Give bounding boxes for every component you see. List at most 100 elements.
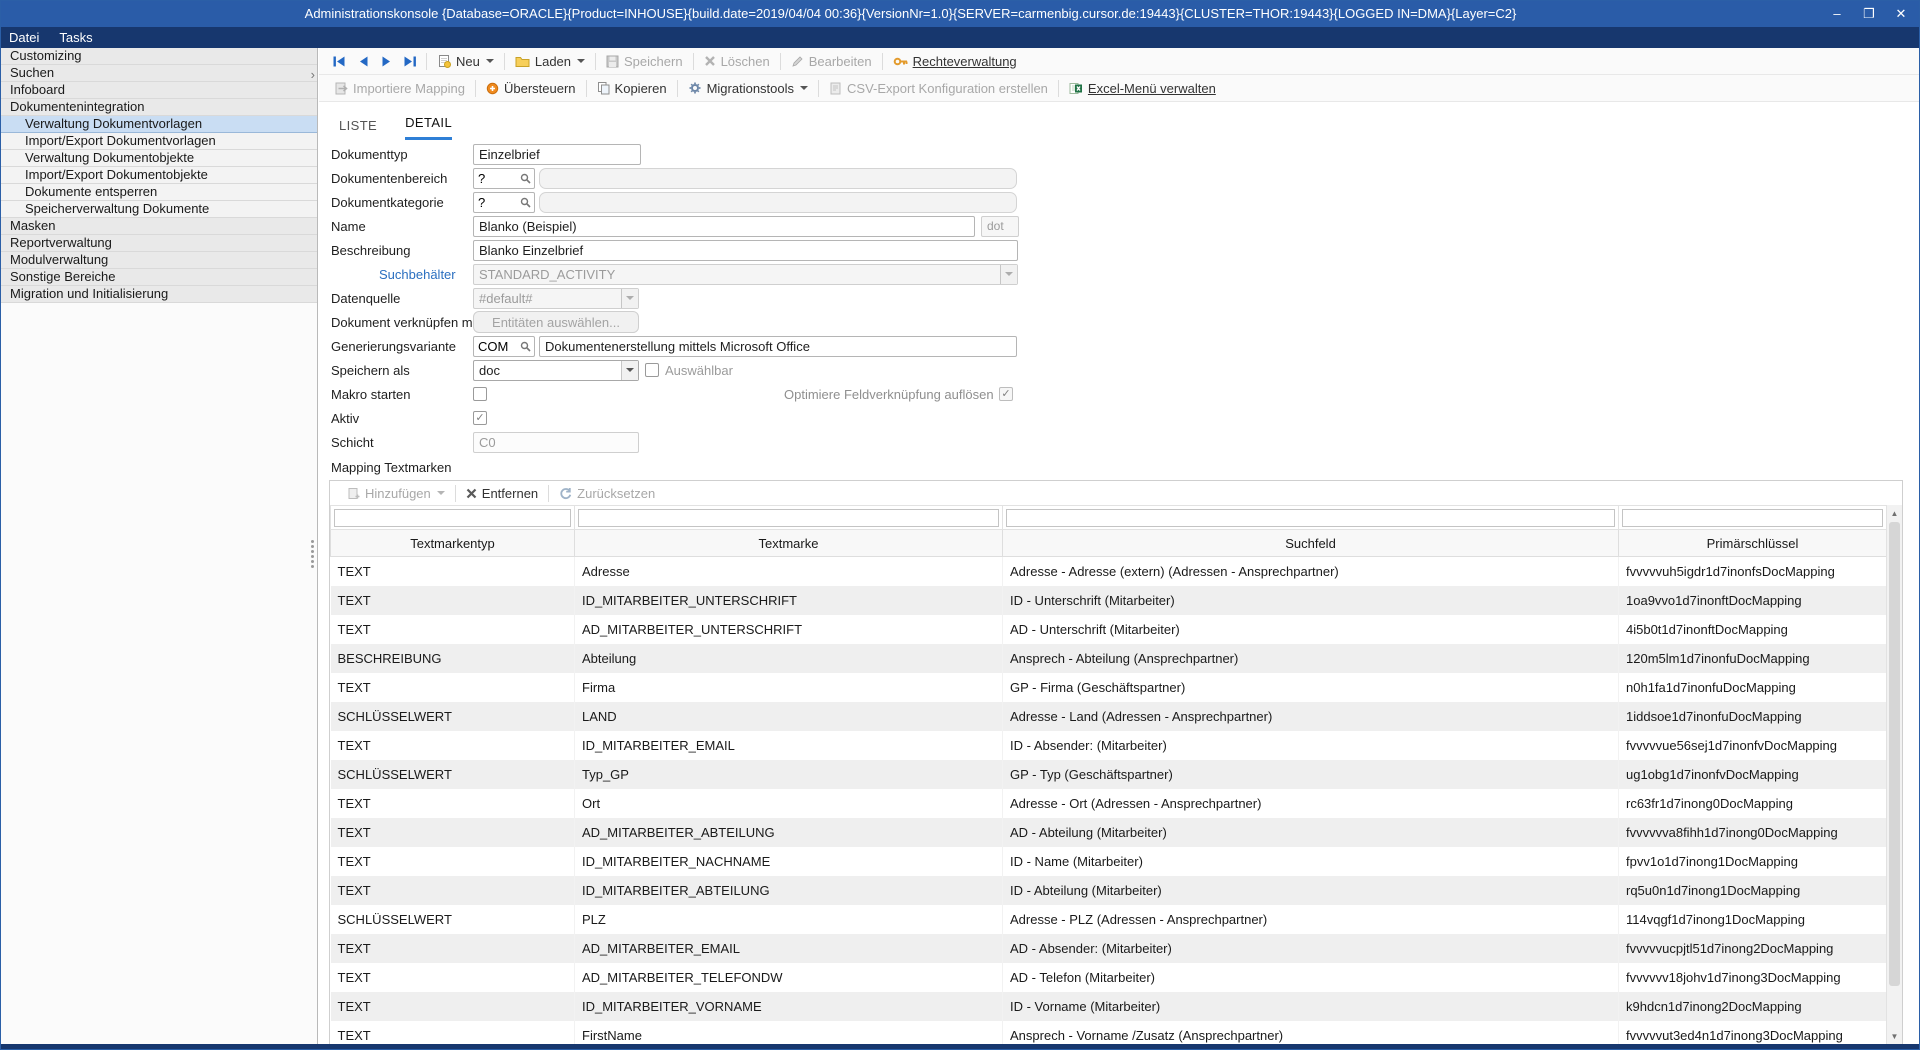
table-row[interactable]: TEXTAD_MITARBEITER_TELEFONDWAD - Telefon…	[331, 963, 1887, 992]
entfernen-button[interactable]: Entfernen	[459, 483, 545, 504]
mapping-toolbar: Hinzufügen Entfernen Zurücksetzen	[330, 481, 1902, 505]
nav-previous-button[interactable]	[352, 53, 375, 70]
table-row[interactable]: TEXTFirstNameAnsprech - Vorname /Zusatz …	[331, 1021, 1887, 1045]
sidebar-item-reportverwaltung[interactable]: Reportverwaltung	[0, 235, 317, 252]
tab-liste[interactable]: LISTE	[339, 118, 377, 140]
table-cell: TEXT	[331, 992, 575, 1021]
menu-datei[interactable]: Datei	[9, 30, 39, 45]
excel-menu-button[interactable]: Excel-Menü verwalten	[1062, 78, 1223, 99]
dokumentenbereich-input[interactable]	[474, 170, 518, 187]
form-row-datenquelle: Datenquelle #default#	[331, 286, 1381, 310]
sidebar-item-sonstige-bereiche[interactable]: Sonstige Bereiche	[0, 269, 317, 286]
table-row[interactable]: BESCHREIBUNGAbteilungAnsprech - Abteilun…	[331, 644, 1887, 673]
name-input[interactable]	[473, 216, 975, 237]
table-row[interactable]: TEXTID_MITARBEITER_ABTEILUNGID - Abteilu…	[331, 876, 1887, 905]
lookup-magnifier-icon[interactable]	[518, 173, 532, 184]
nav-last-button[interactable]	[398, 53, 423, 70]
hinzufuegen-button[interactable]: Hinzufügen	[340, 483, 452, 504]
table-row[interactable]: TEXTID_MITARBEITER_EMAILID - Absender: (…	[331, 731, 1887, 760]
sidebar-item-import-export-dokumentvorlagen[interactable]: Import/Export Dokumentvorlagen	[0, 133, 317, 150]
dokumentkategorie-input[interactable]	[474, 194, 518, 211]
table-row[interactable]: TEXTAD_MITARBEITER_EMAILAD - Absender: (…	[331, 934, 1887, 963]
column-header-suchfeld[interactable]: Suchfeld	[1003, 530, 1619, 557]
filter-textmarkentyp-input[interactable]	[334, 509, 571, 527]
sidebar-item-masken[interactable]: Masken	[0, 218, 317, 235]
minimize-button[interactable]: –	[1821, 2, 1853, 25]
sidebar-collapse-icon[interactable]: ›	[311, 68, 315, 81]
suchbehaelter-label[interactable]: Suchbehälter	[331, 267, 473, 282]
tab-detail[interactable]: DETAIL	[405, 115, 452, 140]
maximize-button[interactable]: ❐	[1853, 2, 1885, 25]
table-row[interactable]: TEXTFirmaGP - Firma (Geschäftspartner)n0…	[331, 673, 1887, 702]
aktiv-checkbox[interactable]: ✓	[473, 411, 487, 425]
close-button[interactable]: ✕	[1885, 2, 1917, 25]
sidebar-item-suchen[interactable]: Suchen	[0, 65, 317, 82]
sidebar-item-verwaltung-dokumentvorlagen[interactable]: Verwaltung Dokumentvorlagen	[0, 116, 317, 133]
scroll-down-icon[interactable]: ▼	[1887, 1028, 1902, 1044]
table-row[interactable]: TEXTAD_MITARBEITER_ABTEILUNGAD - Abteilu…	[331, 818, 1887, 847]
dokumenttyp-input[interactable]	[473, 144, 641, 165]
sidebar-item-verwaltung-dokumentobjekte[interactable]: Verwaltung Dokumentobjekte	[0, 150, 317, 167]
table-row[interactable]: TEXTID_MITARBEITER_VORNAMEID - Vorname (…	[331, 992, 1887, 1021]
table-row[interactable]: TEXTAD_MITARBEITER_UNTERSCHRIFTAD - Unte…	[331, 615, 1887, 644]
filter-suchfeld-input[interactable]	[1006, 509, 1615, 527]
importiere-mapping-button[interactable]: Importiere Mapping	[327, 78, 472, 99]
laden-button[interactable]: Laden	[508, 51, 592, 72]
schicht-input[interactable]	[473, 432, 639, 453]
scrollbar-thumb[interactable]	[1889, 522, 1900, 986]
sidebar-item-migration-und-initialisierung[interactable]: Migration und Initialisierung	[0, 286, 317, 303]
scroll-up-icon[interactable]: ▲	[1887, 505, 1902, 521]
datenquelle-select[interactable]: #default#	[473, 288, 639, 309]
menu-tasks[interactable]: Tasks	[59, 30, 92, 45]
rechteverwaltung-button[interactable]: Rechteverwaltung	[886, 51, 1024, 72]
sidebar-item-customizing[interactable]: Customizing	[0, 48, 317, 65]
csv-export-icon	[829, 82, 842, 95]
uebersteuern-button[interactable]: Übersteuern	[479, 78, 583, 99]
sidebar-splitter-handle[interactable]	[311, 538, 316, 570]
table-cell: SCHLÜSSELWERT	[331, 760, 575, 789]
optimiere-checkbox[interactable]: ✓	[999, 387, 1013, 401]
table-row[interactable]: TEXTOrtAdresse - Ort (Adressen - Ansprec…	[331, 789, 1887, 818]
zuruecksetzen-button[interactable]: Zurücksetzen	[552, 483, 662, 504]
filter-primaerschluessel-input[interactable]	[1622, 509, 1883, 527]
table-cell: AD_MITARBEITER_TELEFONDW	[575, 963, 1003, 992]
sidebar-item-dokumentenintegration[interactable]: Dokumentenintegration	[0, 99, 317, 116]
sidebar-item-infoboard[interactable]: Infoboard	[0, 82, 317, 99]
lookup-magnifier-icon[interactable]	[518, 341, 532, 352]
table-scrollbar[interactable]: ▲ ▼	[1886, 505, 1902, 1044]
form-row-schicht: Schicht	[331, 430, 1381, 454]
migrationstools-button[interactable]: Migrationstools	[681, 78, 815, 99]
neu-button[interactable]: Neu	[430, 51, 501, 72]
column-header-textmarkentyp[interactable]: Textmarkentyp	[331, 530, 575, 557]
generierungsvariante-input[interactable]	[474, 338, 518, 355]
sidebar-item-modulverwaltung[interactable]: Modulverwaltung	[0, 252, 317, 269]
sidebar-item-dokumente-entsperren[interactable]: Dokumente entsperren	[0, 184, 317, 201]
table-row[interactable]: SCHLÜSSELWERTLANDAdresse - Land (Adresse…	[331, 702, 1887, 731]
beschreibung-input[interactable]	[473, 240, 1018, 261]
suchbehaelter-select[interactable]: STANDARD_ACTIVITY	[473, 264, 1018, 285]
table-row[interactable]: TEXTAdresseAdresse - Adresse (extern) (A…	[331, 557, 1887, 586]
table-row[interactable]: TEXTID_MITARBEITER_NACHNAMEID - Name (Mi…	[331, 847, 1887, 876]
makro-starten-checkbox[interactable]	[473, 387, 487, 401]
dokument-verknuepfen-label: Dokument verknüpfen mit	[331, 315, 473, 330]
speichern-als-select[interactable]: doc	[473, 360, 639, 381]
column-header-textmarke[interactable]: Textmarke	[575, 530, 1003, 557]
entitaeten-auswaehlen-button[interactable]: Entitäten auswählen...	[473, 311, 639, 333]
lookup-magnifier-icon[interactable]	[518, 197, 532, 208]
form-row-dokumentkategorie: Dokumentkategorie	[331, 190, 1381, 214]
sidebar-item-speicherverwaltung-dokumente[interactable]: Speicherverwaltung Dokumente	[0, 201, 317, 218]
table-row[interactable]: TEXTID_MITARBEITER_UNTERSCHRIFTID - Unte…	[331, 586, 1887, 615]
nav-next-button[interactable]	[375, 53, 398, 70]
speichern-button[interactable]: Speichern	[599, 51, 690, 72]
loeschen-button[interactable]: Löschen	[697, 51, 777, 72]
nav-first-button[interactable]	[327, 53, 352, 70]
table-row[interactable]: SCHLÜSSELWERTTyp_GPGP - Typ (Geschäftspa…	[331, 760, 1887, 789]
table-row[interactable]: SCHLÜSSELWERTPLZAdresse - PLZ (Adressen …	[331, 905, 1887, 934]
column-header-primaerschluessel[interactable]: Primärschlüssel	[1619, 530, 1887, 557]
csv-export-button[interactable]: CSV-Export Konfiguration erstellen	[822, 78, 1055, 99]
filter-textmarke-input[interactable]	[578, 509, 999, 527]
sidebar-item-import-export-dokumentobjekte[interactable]: Import/Export Dokumentobjekte	[0, 167, 317, 184]
bearbeiten-button[interactable]: Bearbeiten	[784, 51, 879, 72]
auswaehlbar-checkbox[interactable]	[645, 363, 659, 377]
kopieren-button[interactable]: Kopieren	[590, 78, 674, 99]
